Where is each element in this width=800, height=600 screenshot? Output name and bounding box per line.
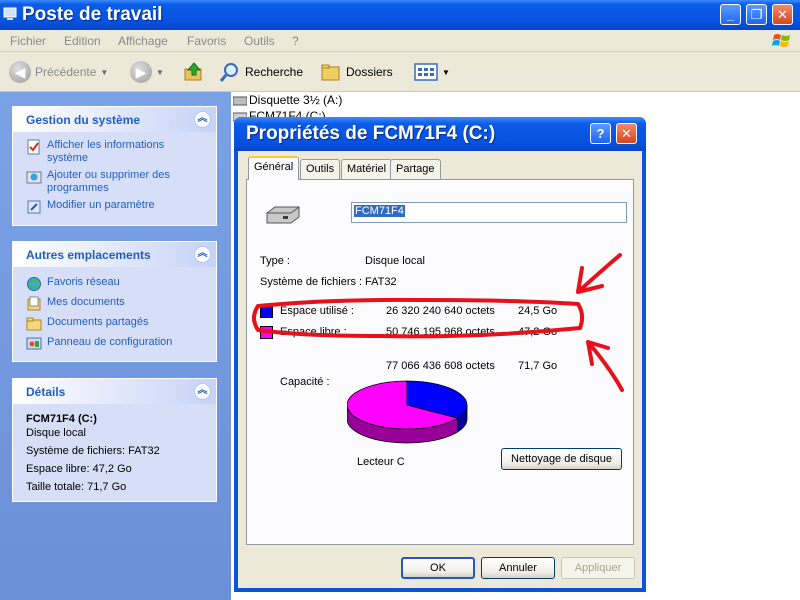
menu-help[interactable]: ?: [292, 34, 299, 48]
chevron-down-icon: ▼: [100, 67, 109, 77]
menu-affichage[interactable]: Affichage: [118, 34, 168, 48]
used-space-swatch: [260, 305, 273, 318]
used-space-bytes: 26 320 240 640 octets: [386, 305, 495, 317]
system-tasks-header[interactable]: Gestion du système ︽: [13, 107, 216, 132]
apply-button[interactable]: Appliquer: [561, 557, 635, 579]
used-space-gb: 24,5 Go: [518, 305, 558, 317]
system-tasks-panel: Gestion du système ︽ Afficher les inform…: [12, 106, 217, 226]
task-modify-setting[interactable]: Modifier un paramètre: [26, 199, 155, 215]
close-button[interactable]: ✕: [772, 4, 793, 25]
place-control-panel[interactable]: Panneau de configuration: [26, 336, 172, 352]
capacity-gb: 71,7 Go: [518, 360, 558, 372]
details-free-space: Espace libre: 47,2 Go: [26, 463, 132, 475]
folders-icon: [321, 64, 340, 81]
add-remove-icon: [26, 171, 42, 184]
details-panel: Détails ︽ FCM71F4 (C:) Disque local Syst…: [12, 378, 217, 502]
general-tab-page: FCM71F4 Type : Disque local Système de f…: [246, 179, 634, 545]
used-space-label: Espace utilisé :: [280, 305, 354, 317]
network-icon: [27, 277, 41, 291]
task-show-system-info[interactable]: Afficher les informations système: [26, 139, 177, 165]
floppy-drive-icon: [233, 96, 247, 106]
other-places-header[interactable]: Autres emplacements ︽: [13, 242, 216, 267]
minimize-button[interactable]: _: [720, 4, 741, 25]
shared-folder-icon: [26, 317, 42, 331]
properties-dialog: Propriétés de FCM71F4 (C:) ? ✕ Général O…: [234, 117, 646, 592]
drive-item-a[interactable]: Disquette 3½ (A:): [249, 93, 342, 107]
cancel-button[interactable]: Annuler: [481, 557, 555, 579]
views-button[interactable]: ▼: [414, 60, 450, 84]
views-icon: [414, 63, 438, 81]
tab-partage[interactable]: Partage: [390, 159, 441, 179]
disk-cleanup-button[interactable]: Nettoyage de disque: [501, 448, 622, 470]
free-space-label: Espace libre :: [280, 326, 347, 338]
my-computer-icon: [3, 7, 17, 20]
documents-icon: [27, 296, 41, 311]
windows-logo-icon: [772, 34, 790, 47]
control-icon: [27, 200, 41, 214]
collapse-chevron-icon[interactable]: ︽: [194, 246, 211, 263]
separator: [259, 297, 623, 298]
tab-outils[interactable]: Outils: [300, 159, 341, 179]
dialog-close-button[interactable]: ✕: [616, 123, 637, 144]
up-folder-button[interactable]: [183, 60, 205, 84]
tab-materiel[interactable]: Matériel: [341, 159, 393, 179]
menu-bar: Fichier Edition Affichage Favoris Outils…: [0, 30, 800, 52]
disk-usage-pie-chart: [347, 380, 468, 444]
help-button[interactable]: ?: [590, 123, 611, 144]
free-space-gb: 47,2 Go: [518, 326, 558, 338]
separator: [259, 350, 623, 351]
place-my-documents[interactable]: Mes documents: [26, 296, 125, 312]
forward-arrow-icon: ▶: [130, 61, 152, 83]
back-arrow-icon: ◀: [9, 61, 31, 83]
maximize-button[interactable]: ❐: [746, 4, 767, 25]
drive-caption: Lecteur C: [357, 456, 405, 468]
menu-outils[interactable]: Outils: [244, 34, 275, 48]
dialog-title: Propriétés de FCM71F4 (C:): [246, 123, 496, 144]
dialog-body: Général Outils Matériel Partage FCM71F4 …: [238, 151, 642, 588]
menu-fichier[interactable]: Fichier: [10, 34, 46, 48]
collapse-chevron-icon[interactable]: ︽: [194, 383, 211, 400]
chevron-down-icon: ▼: [442, 67, 450, 77]
window-titlebar[interactable]: Poste de travail _ ❐ ✕: [0, 0, 800, 30]
folders-button[interactable]: Dossiers: [320, 60, 393, 84]
details-header[interactable]: Détails ︽: [13, 379, 216, 404]
type-label: Type :: [260, 255, 290, 267]
toolbar: ◀ Précédente ▼ ▶ ▼ Recherche Dossiers ▼: [0, 52, 800, 92]
free-space-swatch: [260, 326, 273, 339]
filesystem-label: Système de fichiers :: [260, 276, 363, 288]
menu-favoris[interactable]: Favoris: [187, 34, 226, 48]
separator: [259, 483, 623, 484]
other-places-panel: Autres emplacements ︽ Favoris réseau Mes…: [12, 241, 217, 362]
volume-name-input[interactable]: FCM71F4: [351, 202, 627, 223]
task-pane: Gestion du système ︽ Afficher les inform…: [0, 92, 231, 600]
ok-button[interactable]: OK: [401, 557, 475, 579]
search-icon: [219, 63, 238, 82]
control-panel-icon: [26, 337, 42, 350]
up-folder-icon: [184, 62, 202, 81]
forward-button[interactable]: ▶ ▼: [130, 60, 164, 84]
details-filesystem: Système de fichiers: FAT32: [26, 445, 160, 457]
hard-disk-icon: [266, 206, 300, 224]
dialog-titlebar[interactable]: Propriétés de FCM71F4 (C:) ? ✕: [234, 117, 646, 151]
chevron-down-icon: ▼: [156, 67, 164, 77]
place-shared-documents[interactable]: Documents partagés: [26, 316, 149, 332]
details-name: FCM71F4 (C:): [26, 413, 97, 425]
menu-edition[interactable]: Edition: [64, 34, 101, 48]
back-button[interactable]: ◀ Précédente ▼: [9, 60, 108, 84]
details-kind: Disque local: [26, 427, 86, 439]
free-space-bytes: 50 746 195 968 octets: [386, 326, 495, 338]
capacity-bytes: 77 066 436 608 octets: [386, 360, 495, 372]
separator: [259, 243, 623, 244]
window-title: Poste de travail: [22, 4, 163, 25]
capacity-label: Capacité :: [280, 376, 330, 388]
type-value: Disque local: [365, 255, 425, 267]
system-info-icon: [27, 139, 40, 155]
task-add-remove-programs[interactable]: Ajouter ou supprimer des programmes: [26, 169, 177, 195]
filesystem-value: FAT32: [365, 276, 397, 288]
details-total-size: Taille totale: 71,7 Go: [26, 481, 127, 493]
tab-general[interactable]: Général: [248, 156, 300, 180]
search-button[interactable]: Recherche: [219, 60, 303, 84]
place-network[interactable]: Favoris réseau: [26, 276, 120, 292]
collapse-chevron-icon[interactable]: ︽: [194, 111, 211, 128]
